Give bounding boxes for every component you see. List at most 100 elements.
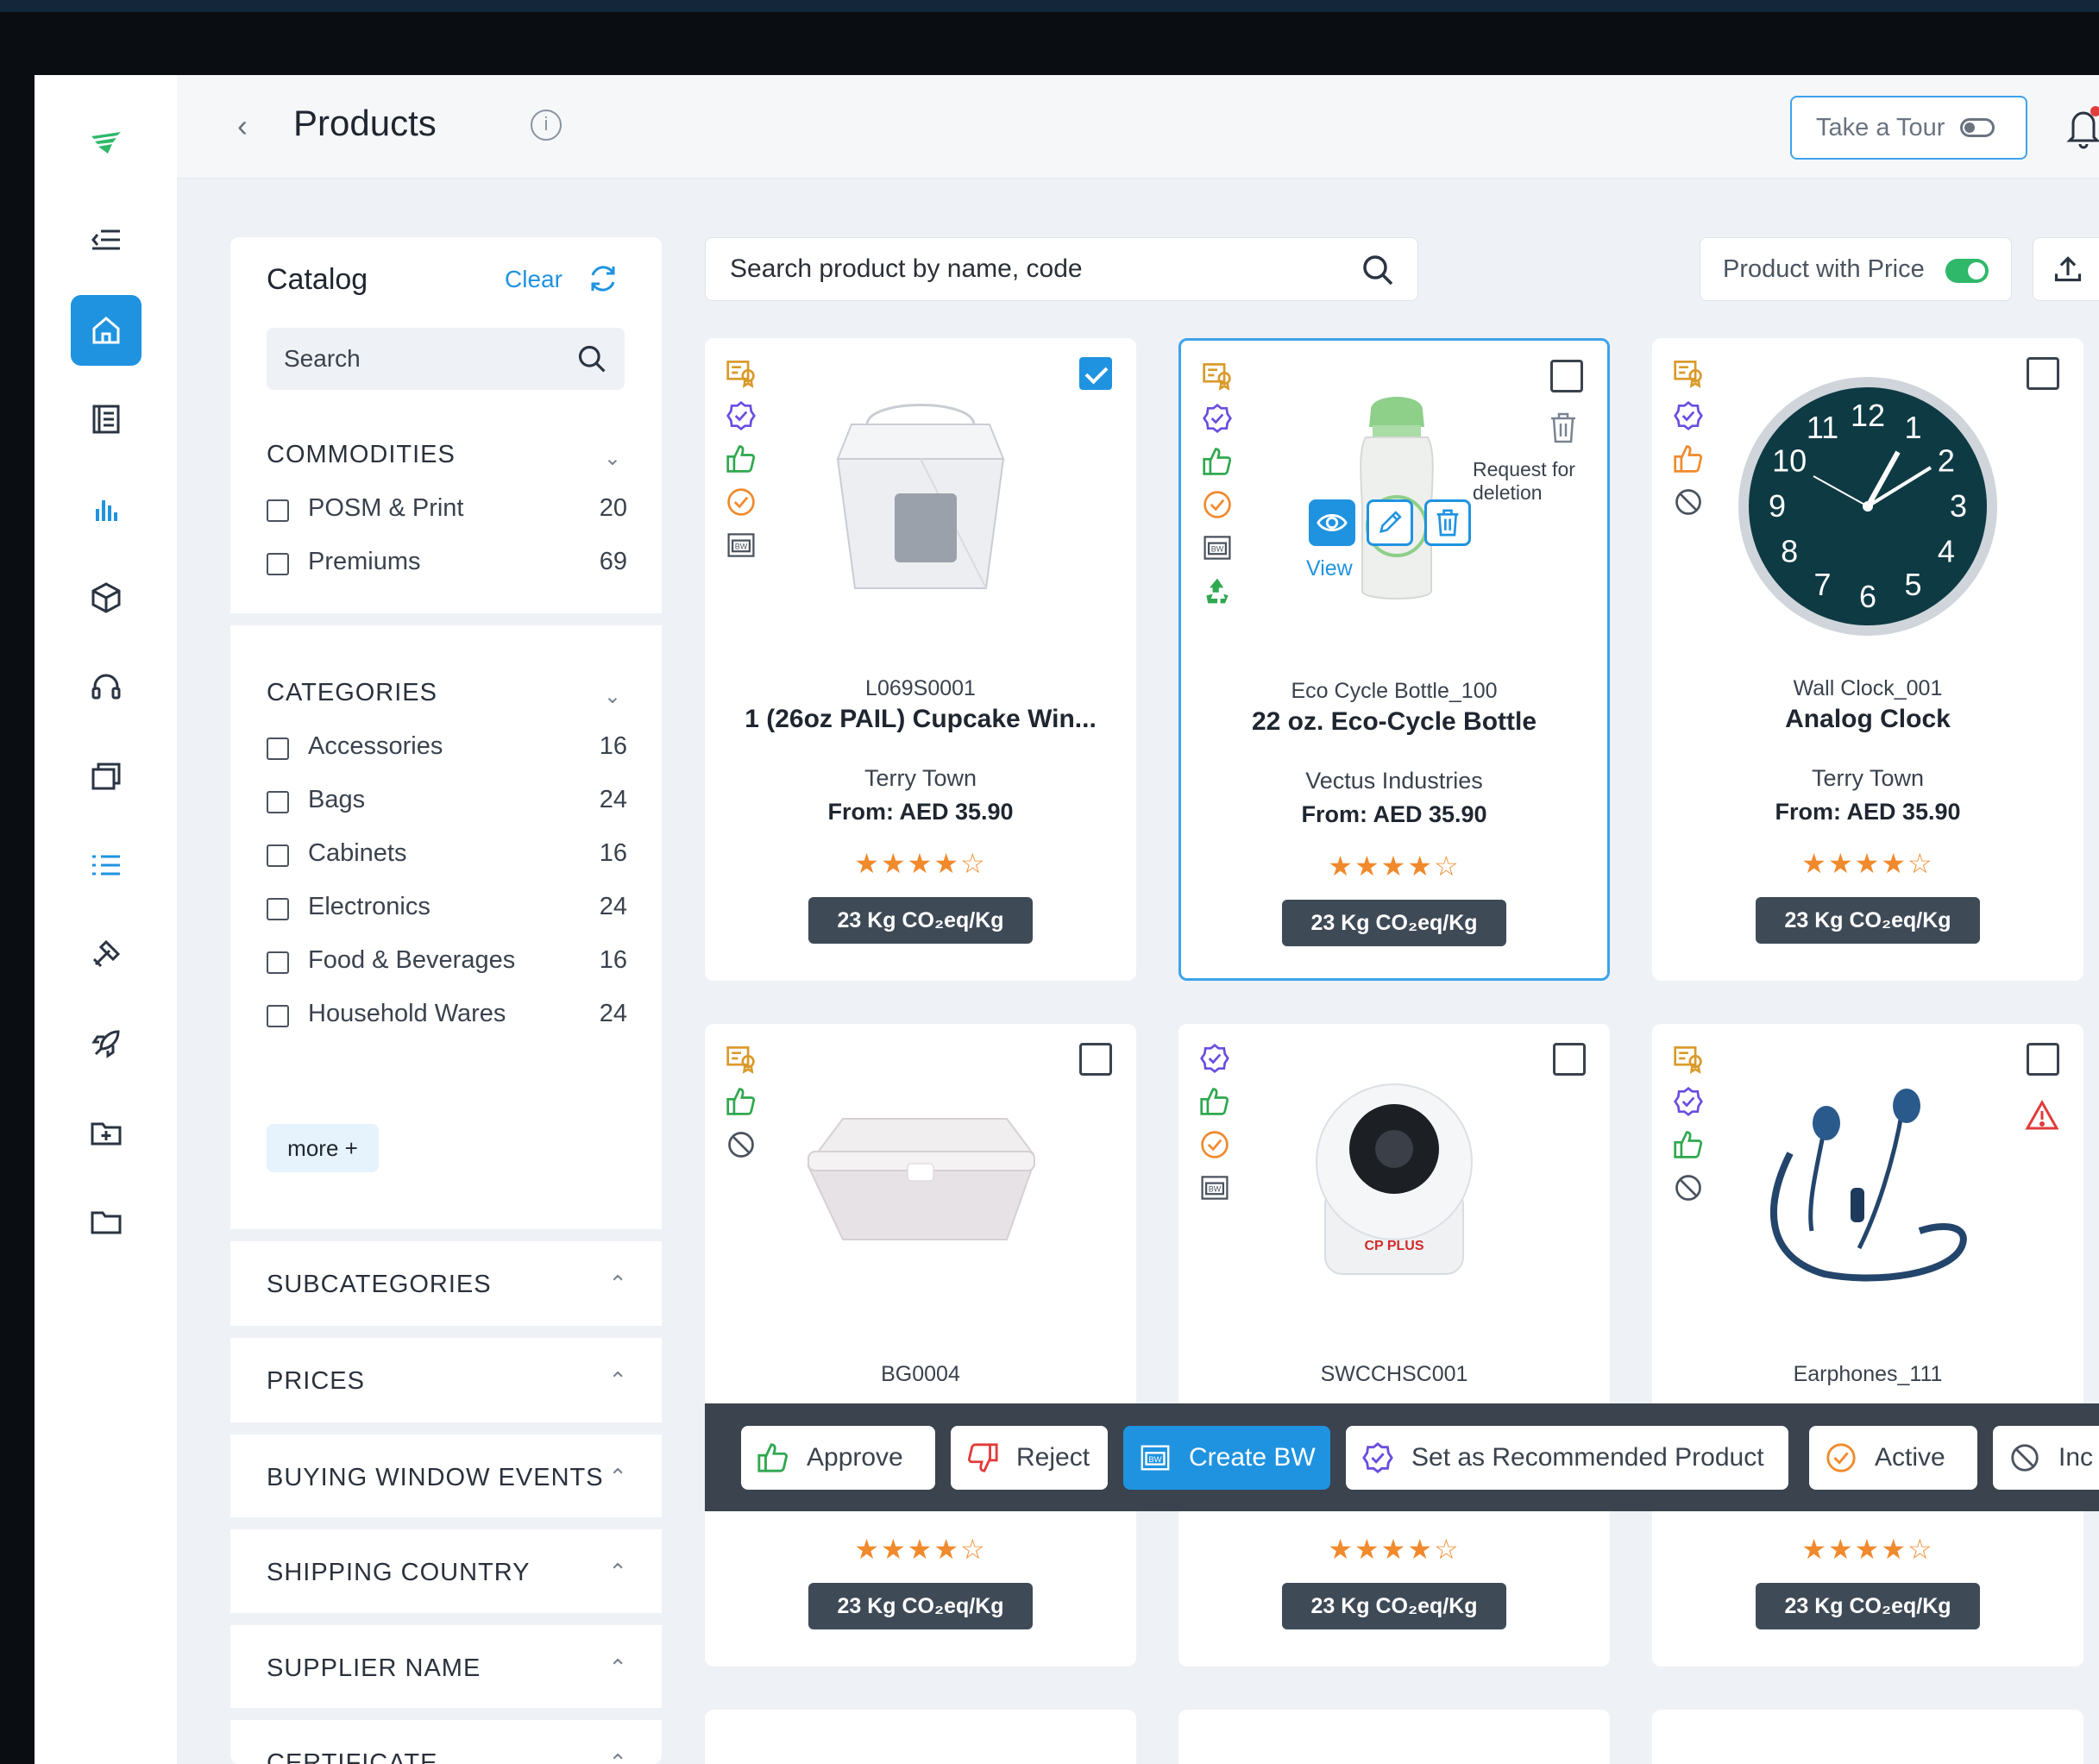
list-icon[interactable] (71, 830, 141, 901)
edit-product-button[interactable] (1367, 499, 1413, 546)
recommended-badge-icon[interactable] (1200, 401, 1235, 436)
box-icon[interactable] (71, 562, 141, 633)
checkbox[interactable] (267, 791, 289, 813)
trash-icon[interactable] (1549, 411, 1578, 444)
analytics-icon[interactable] (71, 474, 141, 544)
layers-icon[interactable] (71, 741, 141, 812)
rocket-icon[interactable] (71, 1008, 141, 1079)
product-select-checkbox[interactable] (1553, 1043, 1586, 1076)
active-check-icon[interactable] (1197, 1127, 1232, 1162)
product-card[interactable]: BW Request for deletion View Eco Cycle B… (1178, 338, 1610, 981)
category-checkbox-row[interactable]: Food & Beverages 16 (267, 946, 627, 981)
category-checkbox-row[interactable]: Electronics 24 (267, 893, 627, 927)
catalog-search-input[interactable]: Search (267, 328, 625, 390)
checkbox[interactable] (267, 951, 289, 974)
active-check-icon[interactable] (1200, 487, 1235, 522)
thumbs-up-pending-icon[interactable] (1671, 442, 1706, 476)
checkbox[interactable] (267, 738, 289, 760)
shipping-country-accordion[interactable]: SHIPPING COUNTRY ⌃ (230, 1517, 662, 1614)
checkbox[interactable] (267, 844, 289, 867)
bw-icon[interactable]: BW (1200, 530, 1235, 565)
checkbox[interactable] (267, 1005, 289, 1027)
buying-window-events-accordion[interactable]: BUYING WINDOW EVENTS ⌃ (230, 1422, 662, 1519)
product-with-price-toggle[interactable]: Product with Price (1700, 237, 2012, 301)
product-card[interactable]: 12 1 2 3 4 5 6 7 8 9 10 11 Wall Clock_001 Analog Cl… (1652, 338, 2083, 981)
brand-logo[interactable] (71, 110, 141, 180)
thumbs-up-icon[interactable] (724, 442, 758, 476)
certificate-icon[interactable] (1671, 355, 1706, 390)
product-select-checkbox[interactable] (2027, 357, 2059, 390)
checkbox[interactable] (267, 499, 289, 522)
inactive-ban-icon[interactable] (1671, 1171, 1706, 1205)
info-icon[interactable]: i (531, 110, 562, 141)
clear-filters-link[interactable]: Clear (505, 266, 562, 293)
home-icon[interactable] (71, 295, 141, 366)
set-recommended-button[interactable]: Set as Recommended Product (1346, 1426, 1788, 1490)
category-checkbox-row[interactable]: Bags 24 (267, 786, 627, 820)
recommended-badge-icon[interactable] (724, 399, 758, 433)
folder-icon[interactable] (71, 1186, 141, 1257)
checkbox[interactable] (267, 553, 289, 575)
take-tour-toggle[interactable]: Take a Tour (1790, 96, 2027, 160)
support-headset-icon[interactable] (71, 651, 141, 722)
notification-bell-icon[interactable] (2066, 104, 2099, 149)
certificate-icon[interactable] (724, 1041, 758, 1076)
certificate-icon[interactable] (1671, 1041, 1706, 1076)
delete-product-button[interactable] (1424, 499, 1471, 546)
thumbs-up-icon[interactable] (1200, 444, 1235, 479)
prices-accordion[interactable]: PRICES ⌃ (230, 1326, 662, 1422)
recommended-badge-icon[interactable] (1671, 399, 1706, 433)
category-checkbox-row[interactable]: Household Wares 24 (267, 1000, 627, 1034)
category-checkbox-row[interactable]: Cabinets 16 (267, 839, 627, 874)
tools-icon[interactable] (71, 919, 141, 989)
catalog-book-icon[interactable] (71, 384, 141, 455)
category-checkbox-row[interactable]: Accessories 16 (267, 732, 627, 767)
subcategories-accordion[interactable]: SUBCATEGORIES ⌃ (230, 1229, 662, 1326)
product-select-checkbox[interactable] (1079, 357, 1112, 390)
warning-triangle-icon[interactable] (2025, 1100, 2059, 1131)
product-card[interactable]: BW L069S0001 1 (26oz PAIL) Cupcake Win..… (705, 338, 1136, 981)
bw-icon[interactable]: BW (724, 528, 758, 562)
approve-button[interactable]: Approve (741, 1426, 935, 1490)
recycle-icon[interactable] (1200, 574, 1235, 608)
product-card[interactable] (1178, 1710, 1610, 1764)
product-card[interactable]: BG0004 ★★★★☆ 23 Kg CO₂eq/Kg (705, 1024, 1136, 1667)
product-image-bento-box[interactable] (782, 1058, 1059, 1300)
product-image-earphones[interactable] (1730, 1058, 2006, 1300)
create-bw-button[interactable]: BW Create BW (1123, 1426, 1330, 1490)
more-categories-button[interactable]: more + (267, 1124, 379, 1172)
product-name[interactable]: 1 (26oz PAIL) Cupcake Win... (705, 705, 1136, 734)
commodity-checkbox-row[interactable]: POSM & Print 20 (267, 494, 627, 529)
collapse-menu-icon[interactable] (71, 204, 141, 275)
certificate-icon[interactable] (1200, 358, 1235, 392)
inactive-ban-icon[interactable] (724, 1127, 758, 1162)
view-product-button[interactable] (1309, 499, 1355, 546)
product-card[interactable] (705, 1710, 1136, 1764)
toggle-switch-on[interactable] (1945, 259, 1989, 283)
thumbs-up-icon[interactable] (1671, 1127, 1706, 1162)
product-image-cctv-camera[interactable]: CP PLUS (1273, 1058, 1515, 1300)
supplier-name-accordion[interactable]: SUPPLIER NAME ⌃ (230, 1613, 662, 1710)
checkbox[interactable] (267, 898, 289, 920)
product-image-wall-clock[interactable]: 12 12 3 45678 9 1011 (1734, 373, 2002, 640)
product-select-checkbox[interactable] (2027, 1043, 2059, 1076)
active-check-icon[interactable] (724, 485, 758, 519)
active-button[interactable]: Active (1809, 1426, 1977, 1490)
categories-heading[interactable]: CATEGORIES ⌄ (267, 679, 629, 708)
product-card[interactable]: BW CP PLUS SWCCHSC001 ★★★★☆ 23 Kg CO₂eq/… (1178, 1024, 1610, 1667)
recommended-badge-icon[interactable] (1197, 1041, 1232, 1076)
commodity-checkbox-row[interactable]: Premiums 69 (267, 548, 627, 582)
product-search-input[interactable]: Search product by name, code (705, 237, 1418, 301)
refresh-icon[interactable] (586, 261, 620, 296)
recommended-badge-icon[interactable] (1671, 1084, 1706, 1119)
certificate-accordion[interactable]: CERTIFICATE ⌃ (230, 1708, 662, 1764)
product-card[interactable] (1652, 1710, 2083, 1764)
product-card[interactable]: Earphones_111 ★★★★☆ 23 Kg CO₂eq/Kg (1652, 1024, 2083, 1667)
bw-icon[interactable]: BW (1197, 1171, 1232, 1205)
thumbs-up-icon[interactable] (724, 1084, 758, 1119)
view-label[interactable]: View (1306, 556, 1353, 581)
back-chevron-icon[interactable]: ‹ (237, 108, 248, 144)
product-name[interactable]: 22 oz. Eco-Cycle Bottle (1181, 707, 1607, 737)
product-select-checkbox[interactable] (1079, 1043, 1112, 1076)
product-image-cupcake-pail[interactable] (800, 373, 1041, 614)
